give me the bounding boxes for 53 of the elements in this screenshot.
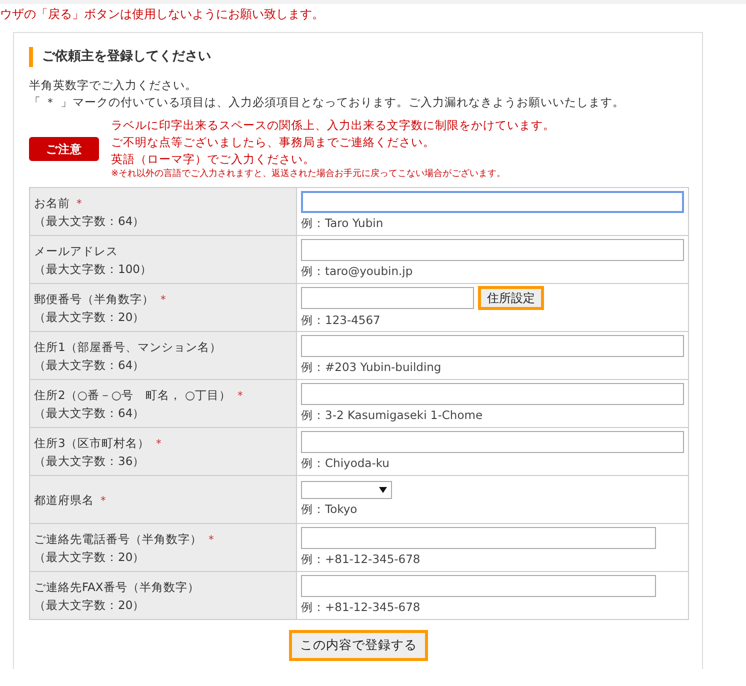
field-label: 都道府県名 (34, 492, 94, 506)
text-field[interactable] (301, 239, 684, 261)
instruction-text: 「 ＊ 」マークの付いている項目は、入力必須項目となっております。ご入力漏れなきようお願いいたします。 (29, 94, 626, 111)
text-field[interactable] (301, 431, 684, 453)
example-text: 例：taro@youbin.jp (301, 263, 414, 280)
max-length-text: （最大文字数：20） (34, 548, 146, 566)
field-label: お名前 (34, 196, 70, 210)
example-text: 例：123-4567 (301, 312, 382, 329)
max-length-text: （最大文字数：36） (34, 452, 146, 470)
example-text: 例：Tokyo (301, 501, 358, 518)
example-text: 例：+81-12-345-678 (301, 599, 422, 616)
field-label: メールアドレス (34, 244, 118, 258)
phone-field[interactable] (301, 527, 656, 549)
field-label: ご連絡先FAX番号（半角数字） (34, 580, 200, 594)
field-label: ご連絡先電話番号（半角数字） (34, 532, 202, 546)
max-length-text: （最大文字数：100） (34, 260, 153, 278)
text-field[interactable] (301, 191, 684, 213)
submit-button[interactable]: この内容で登録する (289, 630, 428, 661)
caret-icon (379, 487, 387, 493)
caution-text: ご不明な点等ございましたら、事務局までご連絡ください。 (111, 134, 436, 151)
caution-text: ラベルに印字出来るスペースの関係上、入力出来る文字数に制限をかけています。 (111, 117, 555, 134)
required-mark: ＊ (234, 388, 247, 402)
text-field[interactable] (301, 335, 684, 357)
example-text: 例：+81-12-345-678 (301, 551, 422, 568)
required-mark: ＊ (158, 292, 170, 306)
text-field[interactable] (301, 383, 684, 405)
max-length-text: （最大文字数：20） (34, 596, 146, 614)
max-length-text: （最大文字数：64） (34, 404, 146, 422)
max-length-text: （最大文字数：20） (34, 308, 146, 326)
field-label: 住所1（部屋番号、マンション名） (34, 340, 222, 354)
example-text: 例：3-2 Kasumigaseki 1-Chome (301, 407, 484, 424)
phone-field[interactable] (301, 575, 656, 597)
example-text: 例：#203 Yubin-building (301, 359, 442, 376)
instruction-text: 半角英数字でご入力ください。 (29, 77, 198, 94)
section-heading: ご依頼主を登録してください (29, 47, 688, 67)
example-text: 例：Taro Yubin (301, 215, 384, 232)
field-label: 住所2（○番－○号 町名， ○丁目） (34, 388, 232, 402)
address-lookup-button[interactable]: 住所設定 (478, 286, 544, 310)
caution-note: ※それ以外の言語でご入力されますと、返送された場合お手元に戻ってこない場合がございます。 (111, 168, 507, 181)
caution-text: 英語（ローマ字）でご入力ください。 (111, 151, 316, 168)
required-mark: ＊ (206, 532, 218, 546)
caution-badge: ご注意 (29, 137, 99, 161)
required-mark: ＊ (98, 492, 110, 506)
postal-code-field[interactable] (301, 287, 474, 309)
field-label: 郵便番号（半角数字） (34, 292, 154, 306)
max-length-text: （最大文字数：64） (34, 356, 146, 374)
example-text: 例：Chiyoda-ku (301, 455, 390, 472)
required-mark: ＊ (74, 196, 86, 210)
max-length-text: （最大文字数：64） (34, 212, 146, 230)
field-label: 住所3（区市町村名） (34, 436, 150, 450)
prefecture-dropdown[interactable] (301, 481, 392, 499)
warning-text: ウザの「戻る」ボタンは使用しないようにお願い致します。 (0, 6, 325, 23)
required-mark: ＊ (152, 436, 165, 450)
